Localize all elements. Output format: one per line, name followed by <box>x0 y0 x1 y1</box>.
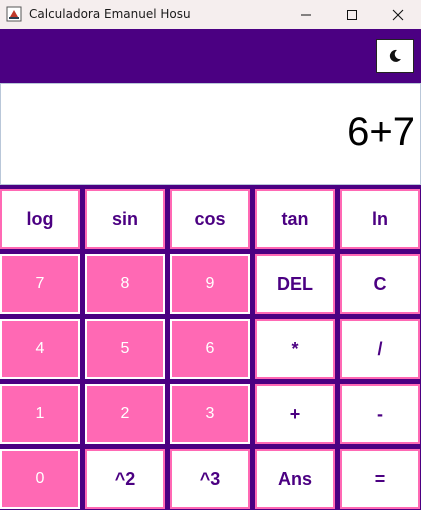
ln-button[interactable]: ln <box>340 189 420 249</box>
add-button[interactable]: + <box>255 384 335 444</box>
window-title: Calculadora Emanuel Hosu <box>29 7 191 21</box>
digit-3-button[interactable]: 3 <box>170 384 250 444</box>
clear-button[interactable]: C <box>340 254 420 314</box>
digit-6-button[interactable]: 6 <box>170 319 250 379</box>
keypad: log sin cos tan ln 7 8 9 DEL C 4 5 6 * /… <box>0 185 421 510</box>
log-button[interactable]: log <box>0 189 80 249</box>
digit-1-button[interactable]: 1 <box>0 384 80 444</box>
minimize-icon <box>301 14 311 15</box>
java-app-icon <box>6 6 22 22</box>
close-icon <box>392 9 404 20</box>
moon-icon <box>389 49 401 62</box>
cube-button[interactable]: ^3 <box>170 449 250 509</box>
digit-2-button[interactable]: 2 <box>85 384 165 444</box>
digit-5-button[interactable]: 5 <box>85 319 165 379</box>
digit-7-button[interactable]: 7 <box>0 254 80 314</box>
minimize-button[interactable] <box>283 0 329 29</box>
tan-button[interactable]: tan <box>255 189 335 249</box>
digit-0-button[interactable]: 0 <box>0 449 80 509</box>
answer-button[interactable]: Ans <box>255 449 335 509</box>
multiply-button[interactable]: * <box>255 319 335 379</box>
maximize-button[interactable] <box>329 0 375 29</box>
subtract-button[interactable]: - <box>340 384 420 444</box>
digit-9-button[interactable]: 9 <box>170 254 250 314</box>
equals-button[interactable]: = <box>340 449 420 509</box>
calculator-display: 6+7 <box>0 83 421 185</box>
digit-8-button[interactable]: 8 <box>85 254 165 314</box>
digit-4-button[interactable]: 4 <box>0 319 80 379</box>
delete-button[interactable]: DEL <box>255 254 335 314</box>
maximize-icon <box>347 9 357 20</box>
title-bar: Calculadora Emanuel Hosu <box>0 0 421 29</box>
theme-toggle-button[interactable] <box>376 39 414 73</box>
close-button[interactable] <box>375 0 421 29</box>
top-bar <box>0 29 421 83</box>
cos-button[interactable]: cos <box>170 189 250 249</box>
divide-button[interactable]: / <box>340 319 420 379</box>
square-button[interactable]: ^2 <box>85 449 165 509</box>
calculator-window: Calculadora Emanuel Hosu 6+7 log sin cos… <box>0 0 421 510</box>
display-expression: 6+7 <box>347 110 415 154</box>
sin-button[interactable]: sin <box>85 189 165 249</box>
